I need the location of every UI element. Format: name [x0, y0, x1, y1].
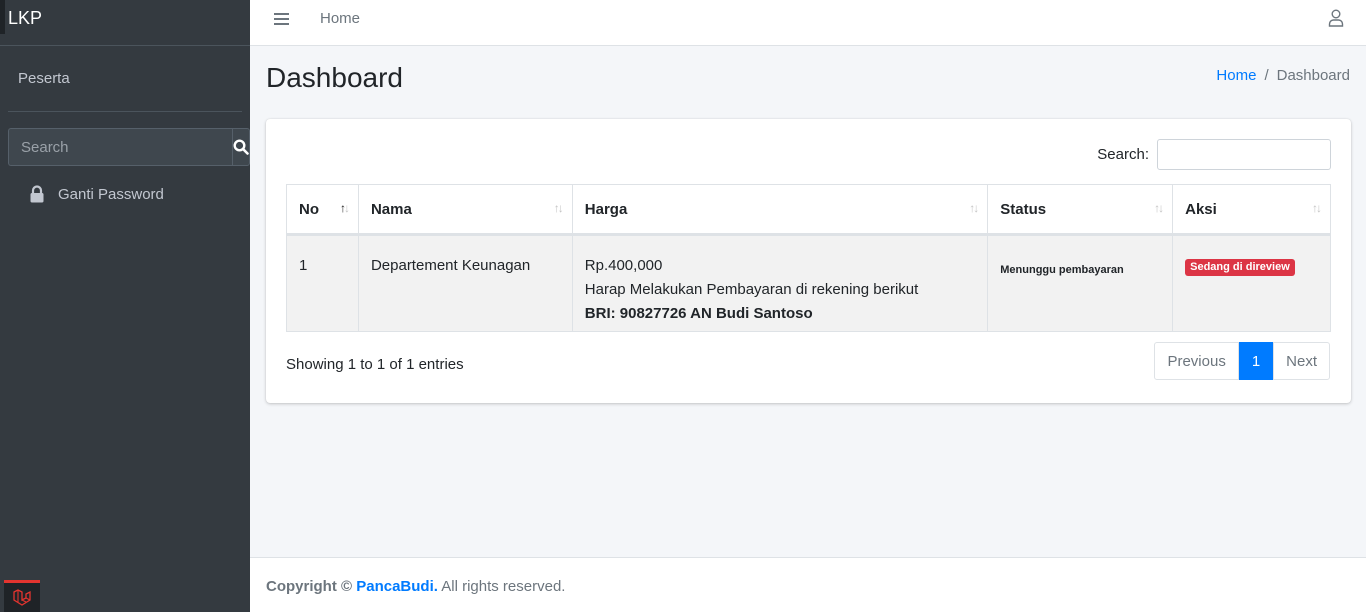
cell-harga: Rp.400,000 Harap Melakukan Pembayaran di… [571, 234, 989, 332]
search-icon [233, 139, 249, 155]
data-table: No ↑↓ Nama ↑↓ Harga ↑↓ Status ↑↓ Aksi ↑↓… [286, 184, 1331, 332]
column-header-no[interactable]: No ↑↓ [286, 184, 359, 236]
data-card: Search: No ↑↓ Nama ↑↓ Harga ↑↓ Status ↑↓… [266, 119, 1351, 403]
footer-prefix: Copyright © [266, 578, 353, 595]
topbar-home-link[interactable]: Home [320, 10, 360, 27]
breadcrumb-home[interactable]: Home [1216, 67, 1256, 84]
user-panel: Peserta [8, 46, 242, 112]
footer: Copyright © PancaBudi. All rights reserv… [250, 557, 1366, 612]
user-icon[interactable] [1328, 9, 1344, 32]
pagination-previous[interactable]: Previous [1154, 342, 1239, 380]
sidebar-search-input[interactable] [8, 128, 232, 166]
pagination-next[interactable]: Next [1273, 342, 1330, 380]
sort-icon: ↑↓ [1312, 201, 1322, 215]
sidebar-search [8, 128, 250, 166]
laravel-badge[interactable] [4, 580, 40, 612]
topbar: Home [250, 0, 1366, 46]
harga-note: Harap Melakukan Pembayaran di rekening b… [584, 281, 919, 298]
sort-icon: ↑↓ [969, 201, 979, 215]
status-text: Menunggu pembayaran [1000, 264, 1124, 276]
pagination: Previous 1 Next [1154, 342, 1330, 380]
brand-link[interactable]: LKP [0, 0, 250, 46]
cell-nama: Departement Keunagan [357, 234, 573, 332]
user-name[interactable]: Peserta [18, 70, 70, 87]
sort-asc-icon: ↑↓ [339, 201, 350, 215]
harga-amount: Rp.400,000 [584, 257, 663, 274]
column-header-aksi[interactable]: Aksi ↑↓ [1172, 184, 1331, 236]
brand-text: LKP [8, 8, 43, 28]
laravel-icon [13, 588, 31, 606]
table-info: Showing 1 to 1 of 1 entries [286, 356, 464, 373]
table-search-input[interactable] [1157, 139, 1331, 170]
breadcrumb: Home / Dashboard [1216, 67, 1350, 84]
breadcrumb-current: Dashboard [1276, 67, 1350, 84]
sort-icon: ↑↓ [553, 201, 564, 215]
sort-icon: ↑↓ [1154, 201, 1164, 215]
table-row: 1 Departement Keunagan Rp.400,000 Harap … [286, 234, 1331, 332]
table-header-row: No ↑↓ Nama ↑↓ Harga ↑↓ Status ↑↓ Aksi ↑↓ [286, 184, 1331, 236]
pagination-page-1[interactable]: 1 [1238, 342, 1274, 380]
page-title: Dashboard [266, 62, 403, 93]
lock-icon [28, 185, 46, 203]
column-header-harga[interactable]: Harga ↑↓ [571, 184, 989, 236]
cell-aksi: Sedang di direview [1172, 234, 1331, 332]
brand-accent [0, 0, 5, 34]
footer-brand-link[interactable]: PancaBudi. [356, 578, 438, 595]
table-search-label: Search: [1097, 146, 1149, 163]
cell-status: Menunggu pembayaran [987, 234, 1174, 332]
sidebar-search-button[interactable] [232, 128, 250, 166]
harga-account: BRI: 90827726 AN Budi Santoso [584, 305, 813, 322]
column-header-status[interactable]: Status ↑↓ [987, 184, 1174, 236]
sidebar-item-ganti-password[interactable]: Ganti Password [8, 174, 242, 214]
menu-toggle-icon[interactable] [274, 13, 289, 27]
cell-no: 1 [286, 234, 359, 332]
sidebar: LKP Peserta Ganti Password [0, 0, 250, 612]
table-search: Search: [1097, 139, 1331, 170]
footer-suffix: All rights reserved. [441, 578, 566, 595]
breadcrumb-separator: / [1264, 67, 1269, 84]
column-header-nama[interactable]: Nama ↑↓ [357, 184, 573, 236]
status-badge: Sedang di direview [1185, 259, 1295, 276]
sidebar-item-label: Ganti Password [58, 185, 164, 203]
